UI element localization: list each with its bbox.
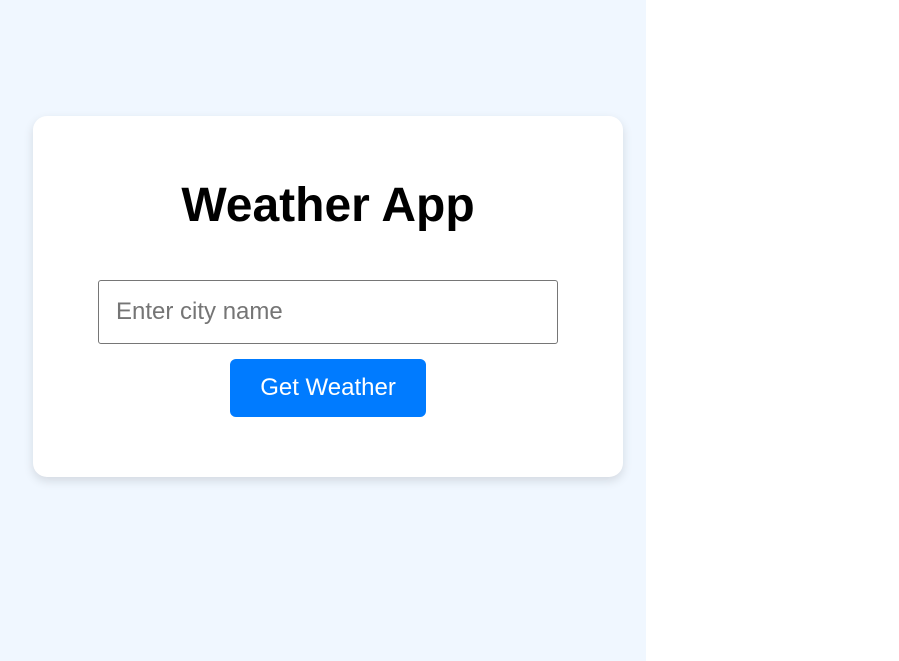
app-viewport: Weather App Get Weather — [0, 0, 646, 661]
page-title: Weather App — [181, 179, 475, 232]
get-weather-button[interactable]: Get Weather — [230, 359, 426, 417]
city-search-input[interactable] — [98, 280, 558, 344]
